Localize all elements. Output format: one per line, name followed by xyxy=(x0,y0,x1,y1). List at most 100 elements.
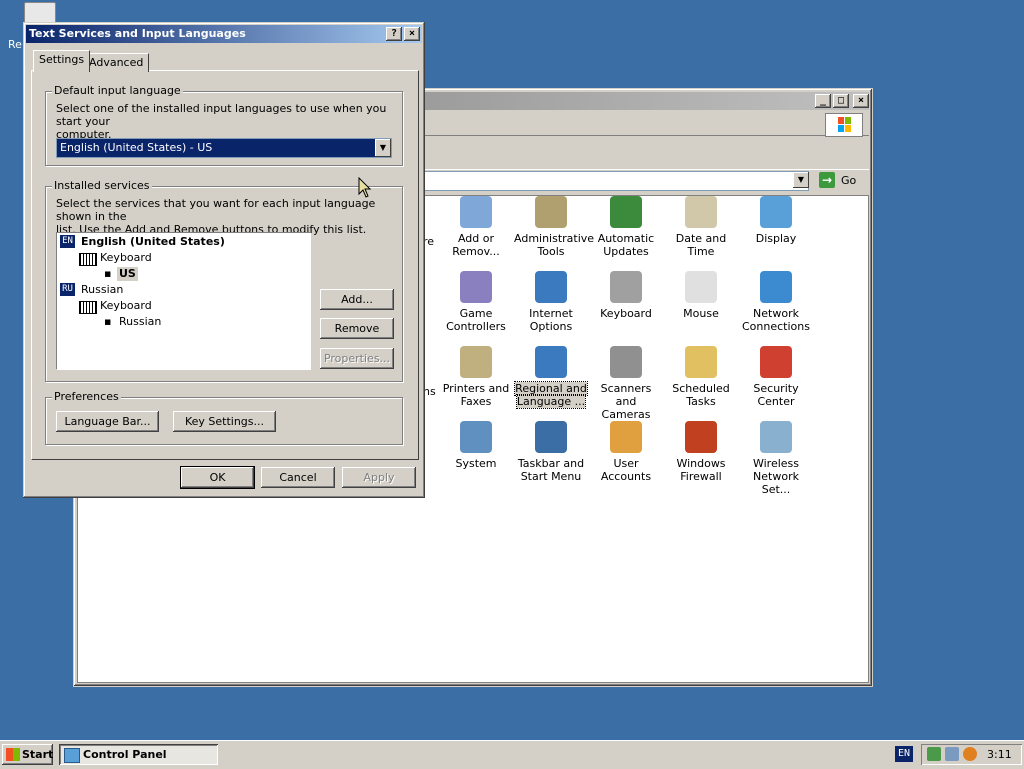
cp-item-label: Firewall xyxy=(680,470,722,483)
properties-button[interactable]: Properties... xyxy=(320,348,394,369)
mouse-cursor-icon xyxy=(358,177,372,198)
taskbar-button-control-panel[interactable]: Control Panel xyxy=(59,744,218,765)
cp-item-label: Updates xyxy=(603,245,649,258)
tree-item-english[interactable]: English (United States) xyxy=(81,235,225,249)
help-button[interactable]: ? xyxy=(386,27,402,41)
security-center-icon xyxy=(760,346,792,378)
installed-services-tree[interactable]: EN English (United States) Keyboard ▪ US… xyxy=(56,232,310,369)
keyboard-icon xyxy=(610,271,642,303)
start-button[interactable]: Start xyxy=(2,744,53,765)
cp-item-admin-tools[interactable]: Administrative Tools xyxy=(514,196,594,258)
cp-item-label: Connections xyxy=(742,320,810,333)
english-language-badge: EN xyxy=(60,235,75,248)
cp-item-display[interactable]: Display xyxy=(739,196,813,245)
add-remove-icon xyxy=(460,196,492,228)
windows-flag-icon xyxy=(6,748,20,761)
tree-item-keyboard[interactable]: Keyboard xyxy=(100,251,152,265)
dropdown-arrow-icon[interactable]: ▼ xyxy=(375,139,391,157)
remove-button[interactable]: Remove xyxy=(320,318,394,339)
address-dropdown-button[interactable]: ▼ xyxy=(793,172,809,188)
clock[interactable]: 3:11 xyxy=(987,748,1012,761)
cp-item-label: Language ... xyxy=(515,394,587,409)
cp-item-label: Add or xyxy=(457,232,495,245)
cp-item-wireless-network[interactable]: Wireless Network Set... xyxy=(739,421,813,496)
go-arrow-icon: → xyxy=(819,172,835,188)
cp-item-regional-language[interactable]: Regional and Language ... xyxy=(514,346,588,409)
dialog-title: Text Services and Input Languages xyxy=(29,27,246,40)
search-tray-icon[interactable] xyxy=(963,747,977,761)
key-settings-button[interactable]: Key Settings... xyxy=(173,411,276,432)
cp-item-label: Game xyxy=(459,307,493,320)
windows-logo-icon xyxy=(825,113,863,137)
cp-item-label: Keyboard xyxy=(600,307,652,320)
cp-item-date-time[interactable]: Date and Time xyxy=(664,196,738,258)
maximize-button[interactable]: □ xyxy=(833,94,849,108)
tab-settings[interactable]: Settings xyxy=(33,50,91,72)
cp-item-user-accounts[interactable]: User Accounts xyxy=(589,421,663,483)
cp-item-label: Network xyxy=(753,307,799,320)
user-accounts-icon xyxy=(610,421,642,453)
cp-item-label: User Accounts xyxy=(600,457,652,483)
cp-item-taskbar-start[interactable]: Taskbar and Start Menu xyxy=(514,421,588,483)
cp-item-label: Faxes xyxy=(460,395,492,408)
cp-item-label: Scheduled xyxy=(672,382,730,395)
cancel-button[interactable]: Cancel xyxy=(261,467,335,488)
close-button[interactable]: × xyxy=(853,94,869,108)
cp-item-internet-options[interactable]: Internet Options xyxy=(514,271,588,333)
default-language-select[interactable]: English (United States) - US ▼ xyxy=(56,138,392,158)
cp-item-label: System xyxy=(455,457,497,470)
description-line: Select one of the installed input langua… xyxy=(56,102,387,128)
cp-item-printers-faxes[interactable]: Printers and Faxes xyxy=(439,346,513,408)
cp-item-network-connections[interactable]: Network Connections xyxy=(739,271,813,333)
cp-item-mouse[interactable]: Mouse xyxy=(664,271,738,320)
ok-button[interactable]: OK xyxy=(180,466,255,489)
sharing-tray-icon[interactable] xyxy=(945,747,959,761)
tab-advanced[interactable]: Advanced xyxy=(83,53,150,72)
language-indicator[interactable]: EN xyxy=(895,746,913,762)
dialog-titlebar[interactable]: Text Services and Input Languages ? × xyxy=(26,25,422,43)
go-label: Go xyxy=(841,174,857,187)
cp-item-label: Scanners and xyxy=(600,382,652,408)
network-connections-icon xyxy=(760,271,792,303)
tree-item-russian[interactable]: Russian xyxy=(81,283,123,297)
taskbar-start-icon xyxy=(535,421,567,453)
mouse-icon xyxy=(685,271,717,303)
cp-item-scanners-cameras[interactable]: Scanners and Cameras xyxy=(589,346,663,421)
taskbar: Start Control Panel EN 3:11 xyxy=(0,740,1024,769)
cp-item-label: Taskbar and xyxy=(517,457,585,470)
cp-item-add-remove[interactable]: Add or Remov... xyxy=(439,196,513,258)
minimize-button[interactable]: _ xyxy=(815,94,831,108)
apply-button[interactable]: Apply xyxy=(342,467,416,488)
cp-item-keyboard[interactable]: Keyboard xyxy=(589,271,663,320)
cp-item-auto-updates[interactable]: Automatic Updates xyxy=(589,196,663,258)
cp-item-label: Start Menu xyxy=(520,470,582,483)
network-tray-icon[interactable] xyxy=(927,747,941,761)
selected-language: English (United States) - US xyxy=(60,141,213,154)
regional-language-icon xyxy=(535,346,567,378)
tree-item-russian-layout[interactable]: Russian xyxy=(119,315,161,329)
cp-item-security-center[interactable]: Security Center xyxy=(739,346,813,408)
tree-item-keyboard[interactable]: Keyboard xyxy=(100,299,152,313)
cp-item-label: Remov... xyxy=(452,245,500,258)
tree-item-us-layout[interactable]: US xyxy=(117,267,138,281)
go-button[interactable]: → Go xyxy=(817,171,867,191)
cp-item-system[interactable]: System xyxy=(439,421,513,470)
system-icon xyxy=(460,421,492,453)
add-button[interactable]: Add... xyxy=(320,289,394,310)
wireless-network-icon xyxy=(760,421,792,453)
cp-item-label: Display xyxy=(755,232,797,245)
cp-item-label: Wireless xyxy=(752,457,800,470)
cp-item-label: Center xyxy=(757,395,795,408)
cp-item-game-controllers[interactable]: Game Controllers xyxy=(439,271,513,333)
cp-item-label: Mouse xyxy=(683,307,719,320)
cp-item-scheduled-tasks[interactable]: Scheduled Tasks xyxy=(664,346,738,408)
cp-item-label: Automatic xyxy=(597,232,655,245)
language-bar-button[interactable]: Language Bar... xyxy=(56,411,159,432)
display-icon xyxy=(760,196,792,228)
group-title: Default input language xyxy=(52,84,183,97)
cp-item-label: Security xyxy=(753,382,799,395)
cp-item-label: Tools xyxy=(537,245,565,258)
cp-item-windows-firewall[interactable]: Windows Firewall xyxy=(664,421,738,483)
cp-item-label: Internet xyxy=(529,307,573,320)
dialog-close-button[interactable]: × xyxy=(404,27,420,41)
